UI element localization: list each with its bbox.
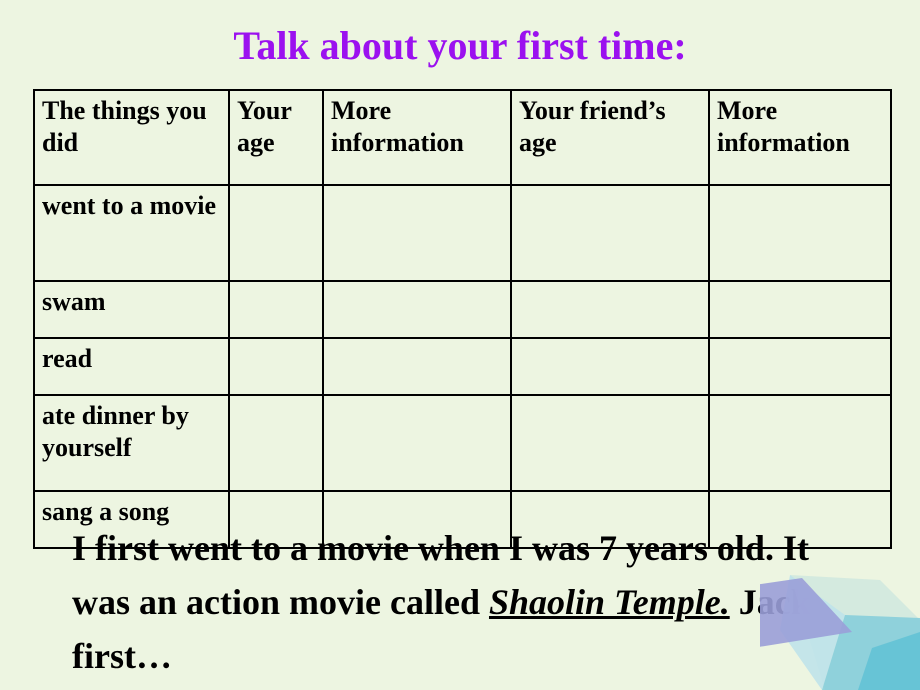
cell-friend-age[interactable] bbox=[510, 337, 710, 396]
col-header-things-you-did: The things you did bbox=[33, 89, 230, 186]
cell-friend-more-info[interactable] bbox=[708, 280, 892, 339]
example-sentence: I first went to a movie when I was 7 yea… bbox=[72, 521, 872, 683]
cell-more-info[interactable] bbox=[322, 394, 512, 492]
col-header-your-age: Your age bbox=[228, 89, 324, 186]
table-row: went to a movie bbox=[33, 184, 892, 282]
slide-root: Talk about your first time: The things y… bbox=[0, 0, 920, 690]
cell-friend-more-info[interactable] bbox=[708, 337, 892, 396]
cell-your-age[interactable] bbox=[228, 337, 324, 396]
activity-table: The things you did Your age More informa… bbox=[33, 89, 892, 549]
cell-your-age[interactable] bbox=[228, 394, 324, 492]
cell-activity: ate dinner by yourself bbox=[33, 394, 230, 492]
page-title: Talk about your first time: bbox=[233, 23, 687, 68]
col-header-friend-age: Your friend’s age bbox=[510, 89, 710, 186]
cell-friend-more-info[interactable] bbox=[708, 394, 892, 492]
cell-friend-age[interactable] bbox=[510, 280, 710, 339]
table-header-row: The things you did Your age More informa… bbox=[33, 89, 892, 186]
cell-friend-more-info[interactable] bbox=[708, 184, 892, 282]
cell-your-age[interactable] bbox=[228, 280, 324, 339]
cell-more-info[interactable] bbox=[322, 280, 512, 339]
cell-more-info[interactable] bbox=[322, 184, 512, 282]
cell-more-info[interactable] bbox=[322, 337, 512, 396]
col-header-friend-more-information: More information bbox=[708, 89, 892, 186]
col-header-more-information: More information bbox=[322, 89, 512, 186]
cell-your-age[interactable] bbox=[228, 184, 324, 282]
table-row: ate dinner by yourself bbox=[33, 394, 892, 492]
cell-friend-age[interactable] bbox=[510, 184, 710, 282]
movie-title-text: Shaolin Temple. bbox=[488, 582, 730, 622]
table-row: swam bbox=[33, 280, 892, 339]
cell-activity: swam bbox=[33, 280, 230, 339]
cell-activity: read bbox=[33, 337, 230, 396]
table-row: read bbox=[33, 337, 892, 396]
cell-friend-age[interactable] bbox=[510, 394, 710, 492]
activity-table-container: The things you did Your age More informa… bbox=[33, 89, 892, 549]
cell-activity: went to a movie bbox=[33, 184, 230, 282]
